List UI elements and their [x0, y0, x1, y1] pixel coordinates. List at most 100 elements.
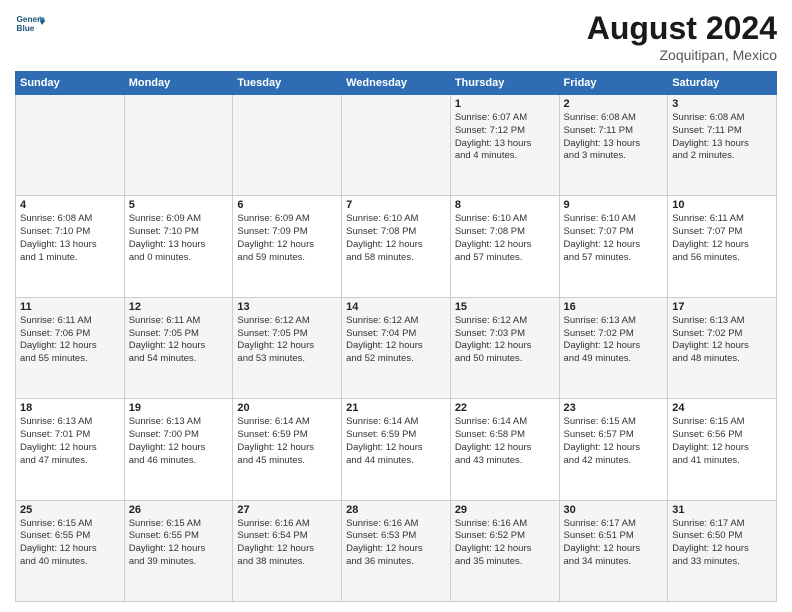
- day-info: Sunrise: 6:13 AMSunset: 7:02 PMDaylight:…: [564, 315, 664, 366]
- calendar-cell: 14Sunrise: 6:12 AMSunset: 7:04 PMDayligh…: [342, 297, 451, 398]
- day-number: 16: [564, 301, 664, 313]
- day-info: Sunrise: 6:13 AMSunset: 7:01 PMDaylight:…: [20, 416, 120, 467]
- day-number: 22: [455, 402, 555, 414]
- calendar-cell: 8 Sunrise: 6:10 AMSunset: 7:08 PMDaylight…: [450, 196, 559, 297]
- calendar-cell: [124, 95, 233, 196]
- calendar-cell: [233, 95, 342, 196]
- day-info: Sunrise: 6:10 AMSunset: 7:07 PMDaylight:…: [564, 213, 664, 264]
- day-info: Sunrise: 6:16 AMSunset: 6:54 PMDaylight:…: [237, 518, 337, 569]
- day-number: 11: [20, 301, 120, 313]
- calendar-cell: 31Sunrise: 6:17 AMSunset: 6:50 PMDayligh…: [668, 500, 777, 601]
- calendar-cell: 27 Sunrise: 6:16 AMSunset: 6:54 PMDayligh…: [233, 500, 342, 601]
- day-info: Sunrise: 6:16 AMSunset: 6:52 PMDaylight:…: [455, 518, 555, 569]
- day-number: 9: [564, 199, 664, 211]
- day-info: Sunrise: 6:13 AMSunset: 7:02 PMDaylight:…: [672, 315, 772, 366]
- day-number: 8: [455, 199, 555, 211]
- calendar-cell: 12 Sunrise: 6:11 AMSunset: 7:05 PMDayligh…: [124, 297, 233, 398]
- day-number: 10: [672, 199, 772, 211]
- calendar-cell: 15 Sunrise: 6:12 AMSunset: 7:03 PMDayligh…: [450, 297, 559, 398]
- svg-text:Blue: Blue: [17, 24, 35, 33]
- calendar-week-row: 1 Sunrise: 6:07 AMSunset: 7:12 PMDaylight…: [16, 95, 777, 196]
- logo-icon: General Blue: [15, 10, 45, 40]
- calendar-cell: [342, 95, 451, 196]
- title-block: August 2024 Zoquitipan, Mexico: [587, 10, 777, 63]
- day-number: 25: [20, 504, 120, 516]
- day-number: 20: [237, 402, 337, 414]
- day-number: 26: [129, 504, 229, 516]
- calendar-table: SundayMondayTuesdayWednesdayThursdayFrid…: [15, 71, 777, 602]
- calendar-week-row: 11Sunrise: 6:11 AMSunset: 7:06 PMDayligh…: [16, 297, 777, 398]
- weekday-header-row: SundayMondayTuesdayWednesdayThursdayFrid…: [16, 72, 777, 95]
- day-info: Sunrise: 6:17 AMSunset: 6:51 PMDaylight:…: [564, 518, 664, 569]
- day-number: 14: [346, 301, 446, 313]
- day-number: 28: [346, 504, 446, 516]
- day-info: Sunrise: 6:08 AMSunset: 7:11 PMDaylight:…: [564, 112, 664, 163]
- day-info: Sunrise: 6:09 AMSunset: 7:09 PMDaylight:…: [237, 213, 337, 264]
- calendar-week-row: 4Sunrise: 6:08 AMSunset: 7:10 PMDaylight…: [16, 196, 777, 297]
- calendar-cell: 3 Sunrise: 6:08 AMSunset: 7:11 PMDaylight…: [668, 95, 777, 196]
- day-number: 3: [672, 98, 772, 110]
- day-number: 13: [237, 301, 337, 313]
- calendar-week-row: 25 Sunrise: 6:15 AMSunset: 6:55 PMDayligh…: [16, 500, 777, 601]
- day-number: 12: [129, 301, 229, 313]
- day-info: Sunrise: 6:10 AMSunset: 7:08 PMDaylight:…: [346, 213, 446, 264]
- day-info: Sunrise: 6:08 AMSunset: 7:11 PMDaylight:…: [672, 112, 772, 163]
- calendar-cell: 24 Sunrise: 6:15 AMSunset: 6:56 PMDayligh…: [668, 399, 777, 500]
- day-info: Sunrise: 6:08 AMSunset: 7:10 PMDaylight:…: [20, 213, 120, 264]
- calendar-cell: 2 Sunrise: 6:08 AMSunset: 7:11 PMDaylight…: [559, 95, 668, 196]
- calendar-cell: 16 Sunrise: 6:13 AMSunset: 7:02 PMDayligh…: [559, 297, 668, 398]
- day-number: 27: [237, 504, 337, 516]
- day-info: Sunrise: 6:09 AMSunset: 7:10 PMDaylight:…: [129, 213, 229, 264]
- calendar-cell: 22Sunrise: 6:14 AMSunset: 6:58 PMDayligh…: [450, 399, 559, 500]
- day-info: Sunrise: 6:17 AMSunset: 6:50 PMDaylight:…: [672, 518, 772, 569]
- day-info: Sunrise: 6:16 AMSunset: 6:53 PMDaylight:…: [346, 518, 446, 569]
- day-info: Sunrise: 6:15 AMSunset: 6:57 PMDaylight:…: [564, 416, 664, 467]
- weekday-header: Saturday: [668, 72, 777, 95]
- calendar-cell: 6Sunrise: 6:09 AMSunset: 7:09 PMDaylight…: [233, 196, 342, 297]
- day-number: 24: [672, 402, 772, 414]
- day-info: Sunrise: 6:10 AMSunset: 7:08 PMDaylight:…: [455, 213, 555, 264]
- calendar-cell: 19Sunrise: 6:13 AMSunset: 7:00 PMDayligh…: [124, 399, 233, 500]
- day-info: Sunrise: 6:07 AMSunset: 7:12 PMDaylight:…: [455, 112, 555, 163]
- calendar-cell: 20Sunrise: 6:14 AMSunset: 6:59 PMDayligh…: [233, 399, 342, 500]
- calendar-cell: 9 Sunrise: 6:10 AMSunset: 7:07 PMDaylight…: [559, 196, 668, 297]
- header: General Blue August 2024 Zoquitipan, Mex…: [15, 10, 777, 63]
- weekday-header: Sunday: [16, 72, 125, 95]
- calendar-cell: 10 Sunrise: 6:11 AMSunset: 7:07 PMDayligh…: [668, 196, 777, 297]
- calendar-cell: 1 Sunrise: 6:07 AMSunset: 7:12 PMDaylight…: [450, 95, 559, 196]
- day-info: Sunrise: 6:11 AMSunset: 7:05 PMDaylight:…: [129, 315, 229, 366]
- day-info: Sunrise: 6:11 AMSunset: 7:07 PMDaylight:…: [672, 213, 772, 264]
- day-info: Sunrise: 6:12 AMSunset: 7:05 PMDaylight:…: [237, 315, 337, 366]
- day-number: 23: [564, 402, 664, 414]
- day-number: 5: [129, 199, 229, 211]
- day-number: 7: [346, 199, 446, 211]
- day-number: 18: [20, 402, 120, 414]
- page: General Blue August 2024 Zoquitipan, Mex…: [0, 0, 792, 612]
- weekday-header: Wednesday: [342, 72, 451, 95]
- day-number: 29: [455, 504, 555, 516]
- calendar-cell: 25 Sunrise: 6:15 AMSunset: 6:55 PMDayligh…: [16, 500, 125, 601]
- calendar-cell: 5 Sunrise: 6:09 AMSunset: 7:10 PMDaylight…: [124, 196, 233, 297]
- weekday-header: Friday: [559, 72, 668, 95]
- day-info: Sunrise: 6:15 AMSunset: 6:56 PMDaylight:…: [672, 416, 772, 467]
- day-number: 1: [455, 98, 555, 110]
- day-info: Sunrise: 6:14 AMSunset: 6:59 PMDaylight:…: [346, 416, 446, 467]
- calendar-cell: 30Sunrise: 6:17 AMSunset: 6:51 PMDayligh…: [559, 500, 668, 601]
- calendar-cell: 23 Sunrise: 6:15 AMSunset: 6:57 PMDayligh…: [559, 399, 668, 500]
- calendar-cell: 4Sunrise: 6:08 AMSunset: 7:10 PMDaylight…: [16, 196, 125, 297]
- weekday-header: Thursday: [450, 72, 559, 95]
- day-number: 17: [672, 301, 772, 313]
- calendar-week-row: 18 Sunrise: 6:13 AMSunset: 7:01 PMDayligh…: [16, 399, 777, 500]
- day-number: 15: [455, 301, 555, 313]
- weekday-header: Monday: [124, 72, 233, 95]
- calendar-cell: 11Sunrise: 6:11 AMSunset: 7:06 PMDayligh…: [16, 297, 125, 398]
- day-number: 21: [346, 402, 446, 414]
- calendar-cell: 18 Sunrise: 6:13 AMSunset: 7:01 PMDayligh…: [16, 399, 125, 500]
- day-number: 19: [129, 402, 229, 414]
- calendar-cell: [16, 95, 125, 196]
- month-title: August 2024: [587, 10, 777, 47]
- day-number: 2: [564, 98, 664, 110]
- calendar-cell: 26Sunrise: 6:15 AMSunset: 6:55 PMDayligh…: [124, 500, 233, 601]
- day-info: Sunrise: 6:12 AMSunset: 7:03 PMDaylight:…: [455, 315, 555, 366]
- day-info: Sunrise: 6:15 AMSunset: 6:55 PMDaylight:…: [20, 518, 120, 569]
